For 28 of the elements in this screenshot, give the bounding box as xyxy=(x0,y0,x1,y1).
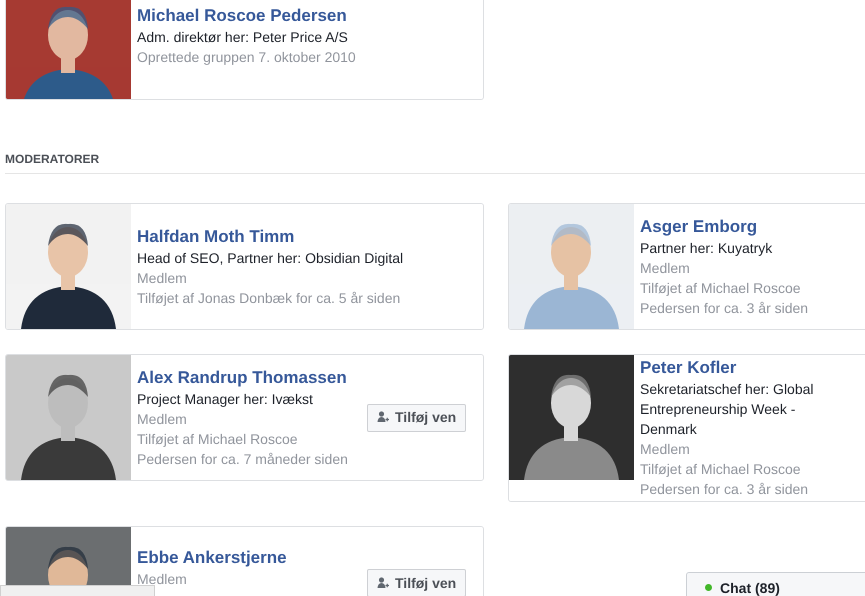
member-note: Medlem xyxy=(640,258,691,278)
member-note: Medlem xyxy=(137,410,188,428)
member-name[interactable]: Asger Emborg xyxy=(640,216,845,238)
member-role: Project Manager her: Ivækst xyxy=(137,390,314,408)
member-name[interactable]: Halfdan Moth Timm xyxy=(137,226,470,248)
member-note: Medlem xyxy=(137,570,188,589)
chat-tab[interactable]: Chat (89) xyxy=(686,572,865,596)
member-note: Tilføjet af Michael Roscoe Pedersen for ca. 3 år siden xyxy=(640,460,810,499)
member-note: Tilføjet af Michael Roscoe Pedersen for ca. 3 år siden xyxy=(640,278,810,318)
add-person-icon xyxy=(377,576,389,590)
member-name[interactable]: Alex Randrup Thomassen xyxy=(137,366,359,388)
add-friend-button[interactable]: Tilføj ven xyxy=(367,404,466,432)
add-friend-button[interactable]: Tilføj ven xyxy=(367,569,466,596)
member-note: Medlem xyxy=(137,268,188,288)
member-note: Tilføjet af Jonas Donbæk for ca. 5 år siden xyxy=(137,288,402,308)
member-note: Medlem xyxy=(640,440,691,459)
member-note: Tilføjet af Michael Roscoe Pedersen for ca. 7 måneder siden xyxy=(137,430,349,468)
member-role: Head of SEO, Partner her: Obsidian Digital xyxy=(137,248,404,268)
chat-label: Chat (89) xyxy=(720,580,780,596)
owner-note: Oprettede gruppen 7. oktober 2010 xyxy=(137,48,356,67)
member-role: Sekretariatschef her: Global Entrepreneurship Week - Denmark xyxy=(640,380,815,439)
add-person-icon xyxy=(377,411,389,424)
owner-name[interactable]: Michael Roscoe Pedersen xyxy=(137,5,356,27)
member-role: Partner her: Kuyatryk xyxy=(640,238,774,258)
owner-role: Adm. direktør her: Peter Price A/S xyxy=(137,28,349,47)
member-name[interactable]: Peter Kofler xyxy=(640,357,845,379)
section-heading: MODERATORER xyxy=(5,151,100,167)
member-name[interactable]: Ebbe Ankerstjerne xyxy=(137,547,359,569)
